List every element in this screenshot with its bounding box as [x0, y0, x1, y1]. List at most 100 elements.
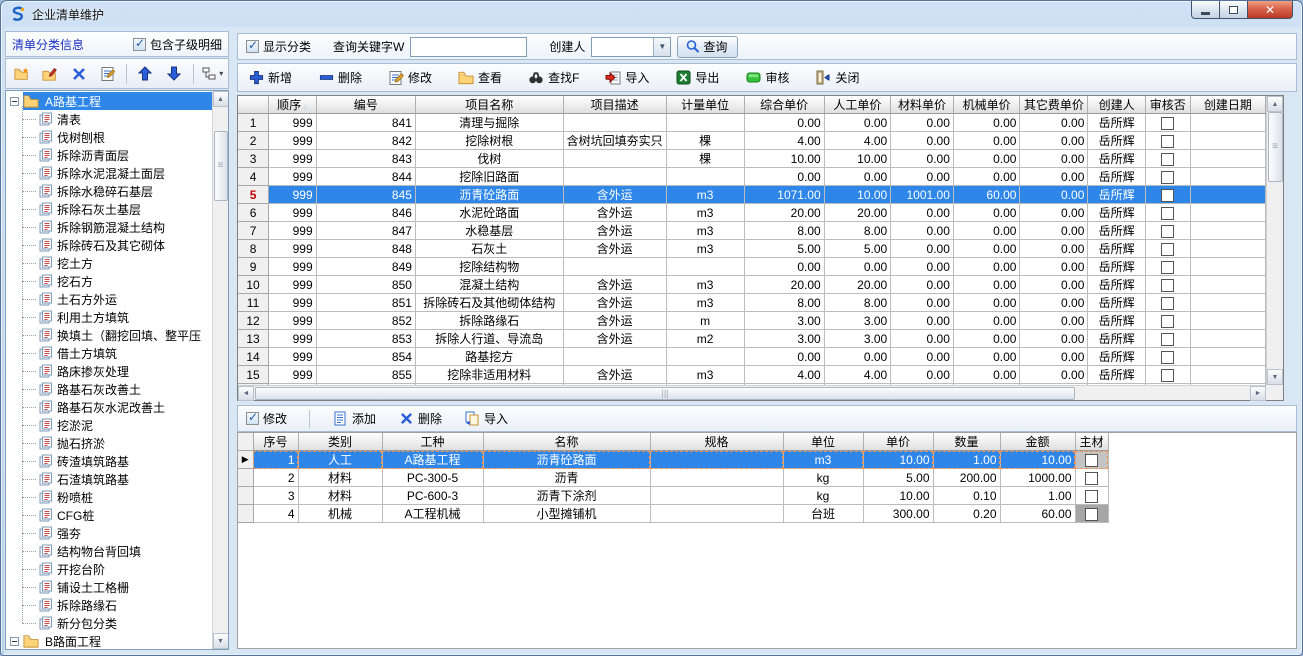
- cell[interactable]: kg: [783, 469, 863, 487]
- table-row[interactable]: 10999850混凝土结构含外运m320.0020.000.000.000.00…: [238, 276, 1266, 294]
- tree-node-root[interactable]: A路基工程: [6, 92, 212, 110]
- column-header-6[interactable]: 单价: [863, 433, 933, 451]
- column-header-4[interactable]: 规格: [650, 433, 783, 451]
- column-header-rownum[interactable]: [238, 96, 269, 114]
- cell[interactable]: 11: [238, 294, 269, 312]
- cell[interactable]: 小型摊铺机: [483, 505, 650, 523]
- tree-node-leaf[interactable]: 拆除钢筋混凝土结构: [6, 218, 212, 236]
- cell[interactable]: 0.00: [1020, 366, 1088, 384]
- cell[interactable]: 10.00: [824, 186, 891, 204]
- tree-expander-icon[interactable]: [10, 97, 19, 106]
- detail-delete-button[interactable]: 删除: [398, 410, 442, 427]
- scroll-down-icon[interactable]: ▼: [213, 633, 229, 649]
- cell[interactable]: 2: [238, 132, 269, 150]
- cell[interactable]: 0.00: [1020, 222, 1088, 240]
- cell[interactable]: 10.00: [744, 150, 824, 168]
- cell[interactable]: [666, 348, 744, 366]
- cell[interactable]: [1145, 150, 1190, 168]
- cell[interactable]: 844: [316, 168, 415, 186]
- tree-node-leaf[interactable]: 路基石灰改善土: [6, 380, 212, 398]
- tree-node-leaf[interactable]: CFG桩: [6, 506, 212, 524]
- cell[interactable]: 0.00: [1020, 114, 1088, 132]
- cell[interactable]: 人工: [298, 451, 382, 469]
- cell[interactable]: 851: [316, 294, 415, 312]
- cell[interactable]: 0.00: [953, 258, 1020, 276]
- tree-node-leaf[interactable]: 挖石方: [6, 272, 212, 290]
- cell[interactable]: 岳所辉: [1088, 114, 1145, 132]
- cell[interactable]: 0.00: [891, 168, 954, 186]
- cell[interactable]: [1145, 222, 1190, 240]
- table-horizontal-scrollbar[interactable]: ◄ ►: [238, 385, 1266, 400]
- cell[interactable]: 842: [316, 132, 415, 150]
- cell[interactable]: [1145, 132, 1190, 150]
- cell[interactable]: 1001.00: [891, 186, 954, 204]
- cell[interactable]: 挖除树根: [415, 132, 563, 150]
- cell[interactable]: 5.00: [824, 240, 891, 258]
- cell[interactable]: [1190, 132, 1265, 150]
- detail-import-button[interactable]: 导入: [464, 410, 508, 427]
- scroll-up-icon[interactable]: ▲: [213, 91, 229, 107]
- cell[interactable]: 1: [238, 114, 269, 132]
- cell[interactable]: 水稳基层: [415, 222, 563, 240]
- cell[interactable]: 材料: [298, 469, 382, 487]
- cell[interactable]: 石灰土: [415, 240, 563, 258]
- cell[interactable]: 0.00: [953, 312, 1020, 330]
- cell[interactable]: [1145, 294, 1190, 312]
- cell[interactable]: 8.00: [744, 294, 824, 312]
- cell[interactable]: 1.00: [933, 451, 1000, 469]
- cell[interactable]: 8.00: [824, 294, 891, 312]
- cell[interactable]: 0.00: [1020, 150, 1088, 168]
- cell[interactable]: 0.00: [1020, 294, 1088, 312]
- column-header-10[interactable]: 其它费单价: [1020, 96, 1088, 114]
- cell[interactable]: 岳所辉: [1088, 258, 1145, 276]
- cell[interactable]: 0.00: [891, 222, 954, 240]
- tree-node-leaf[interactable]: 清表: [6, 110, 212, 128]
- tree-node-leaf[interactable]: 抛石挤淤: [6, 434, 212, 452]
- tree-node-leaf[interactable]: 拆除水泥混凝土面层: [6, 164, 212, 182]
- audit-checkbox[interactable]: [1161, 315, 1174, 328]
- cell[interactable]: 3.00: [824, 330, 891, 348]
- audit-checkbox[interactable]: [1161, 243, 1174, 256]
- cell[interactable]: 200.00: [933, 469, 1000, 487]
- cell[interactable]: 0.00: [953, 132, 1020, 150]
- cell[interactable]: 3: [253, 487, 298, 505]
- scroll-down-icon[interactable]: ▼: [1267, 369, 1283, 385]
- audit-checkbox[interactable]: [1161, 225, 1174, 238]
- cell[interactable]: 999: [269, 330, 317, 348]
- cell[interactable]: 岳所辉: [1088, 276, 1145, 294]
- table-row[interactable]: 11999851拆除砖石及其他砌体结构含外运m38.008.000.000.00…: [238, 294, 1266, 312]
- table-row[interactable]: 9999849挖除结构物0.000.000.000.000.00岳所辉: [238, 258, 1266, 276]
- cell[interactable]: 999: [269, 204, 317, 222]
- cell[interactable]: 841: [316, 114, 415, 132]
- cell[interactable]: 0.00: [953, 240, 1020, 258]
- delete-category-button[interactable]: [67, 62, 90, 86]
- tree-node-leaf[interactable]: 强夯: [6, 524, 212, 542]
- cell[interactable]: [650, 451, 783, 469]
- cell[interactable]: 机械: [298, 505, 382, 523]
- audit-checkbox[interactable]: [1161, 117, 1174, 130]
- tree-node-leaf[interactable]: 借土方填筑: [6, 344, 212, 362]
- cell[interactable]: 0.00: [824, 114, 891, 132]
- cell[interactable]: 含外运: [563, 222, 666, 240]
- cell[interactable]: 伐树: [415, 150, 563, 168]
- cell[interactable]: 含外运: [563, 204, 666, 222]
- cell[interactable]: [666, 258, 744, 276]
- table-row[interactable]: 2999842挖除树根含树坑回填夯实只棵4.004.000.000.000.00…: [238, 132, 1266, 150]
- cell[interactable]: [1190, 366, 1265, 384]
- cell[interactable]: 含外运: [563, 186, 666, 204]
- cell[interactable]: 0.00: [953, 168, 1020, 186]
- tree-scrollbar[interactable]: ▲ ▼: [212, 91, 228, 649]
- tree-node-leaf[interactable]: 利用土方填筑: [6, 308, 212, 326]
- cell[interactable]: 999: [269, 312, 317, 330]
- cell[interactable]: 0.00: [953, 204, 1020, 222]
- column-header-11[interactable]: 创建人: [1088, 96, 1145, 114]
- row-selector-cell[interactable]: [238, 487, 253, 505]
- audit-checkbox[interactable]: [1161, 351, 1174, 364]
- cell[interactable]: 棵: [666, 150, 744, 168]
- cell[interactable]: 999: [269, 150, 317, 168]
- audit-checkbox[interactable]: [1161, 369, 1174, 382]
- cell[interactable]: 855: [316, 366, 415, 384]
- cell[interactable]: [1075, 487, 1108, 505]
- cell[interactable]: 1071.00: [744, 186, 824, 204]
- cell[interactable]: 10.00: [863, 487, 933, 505]
